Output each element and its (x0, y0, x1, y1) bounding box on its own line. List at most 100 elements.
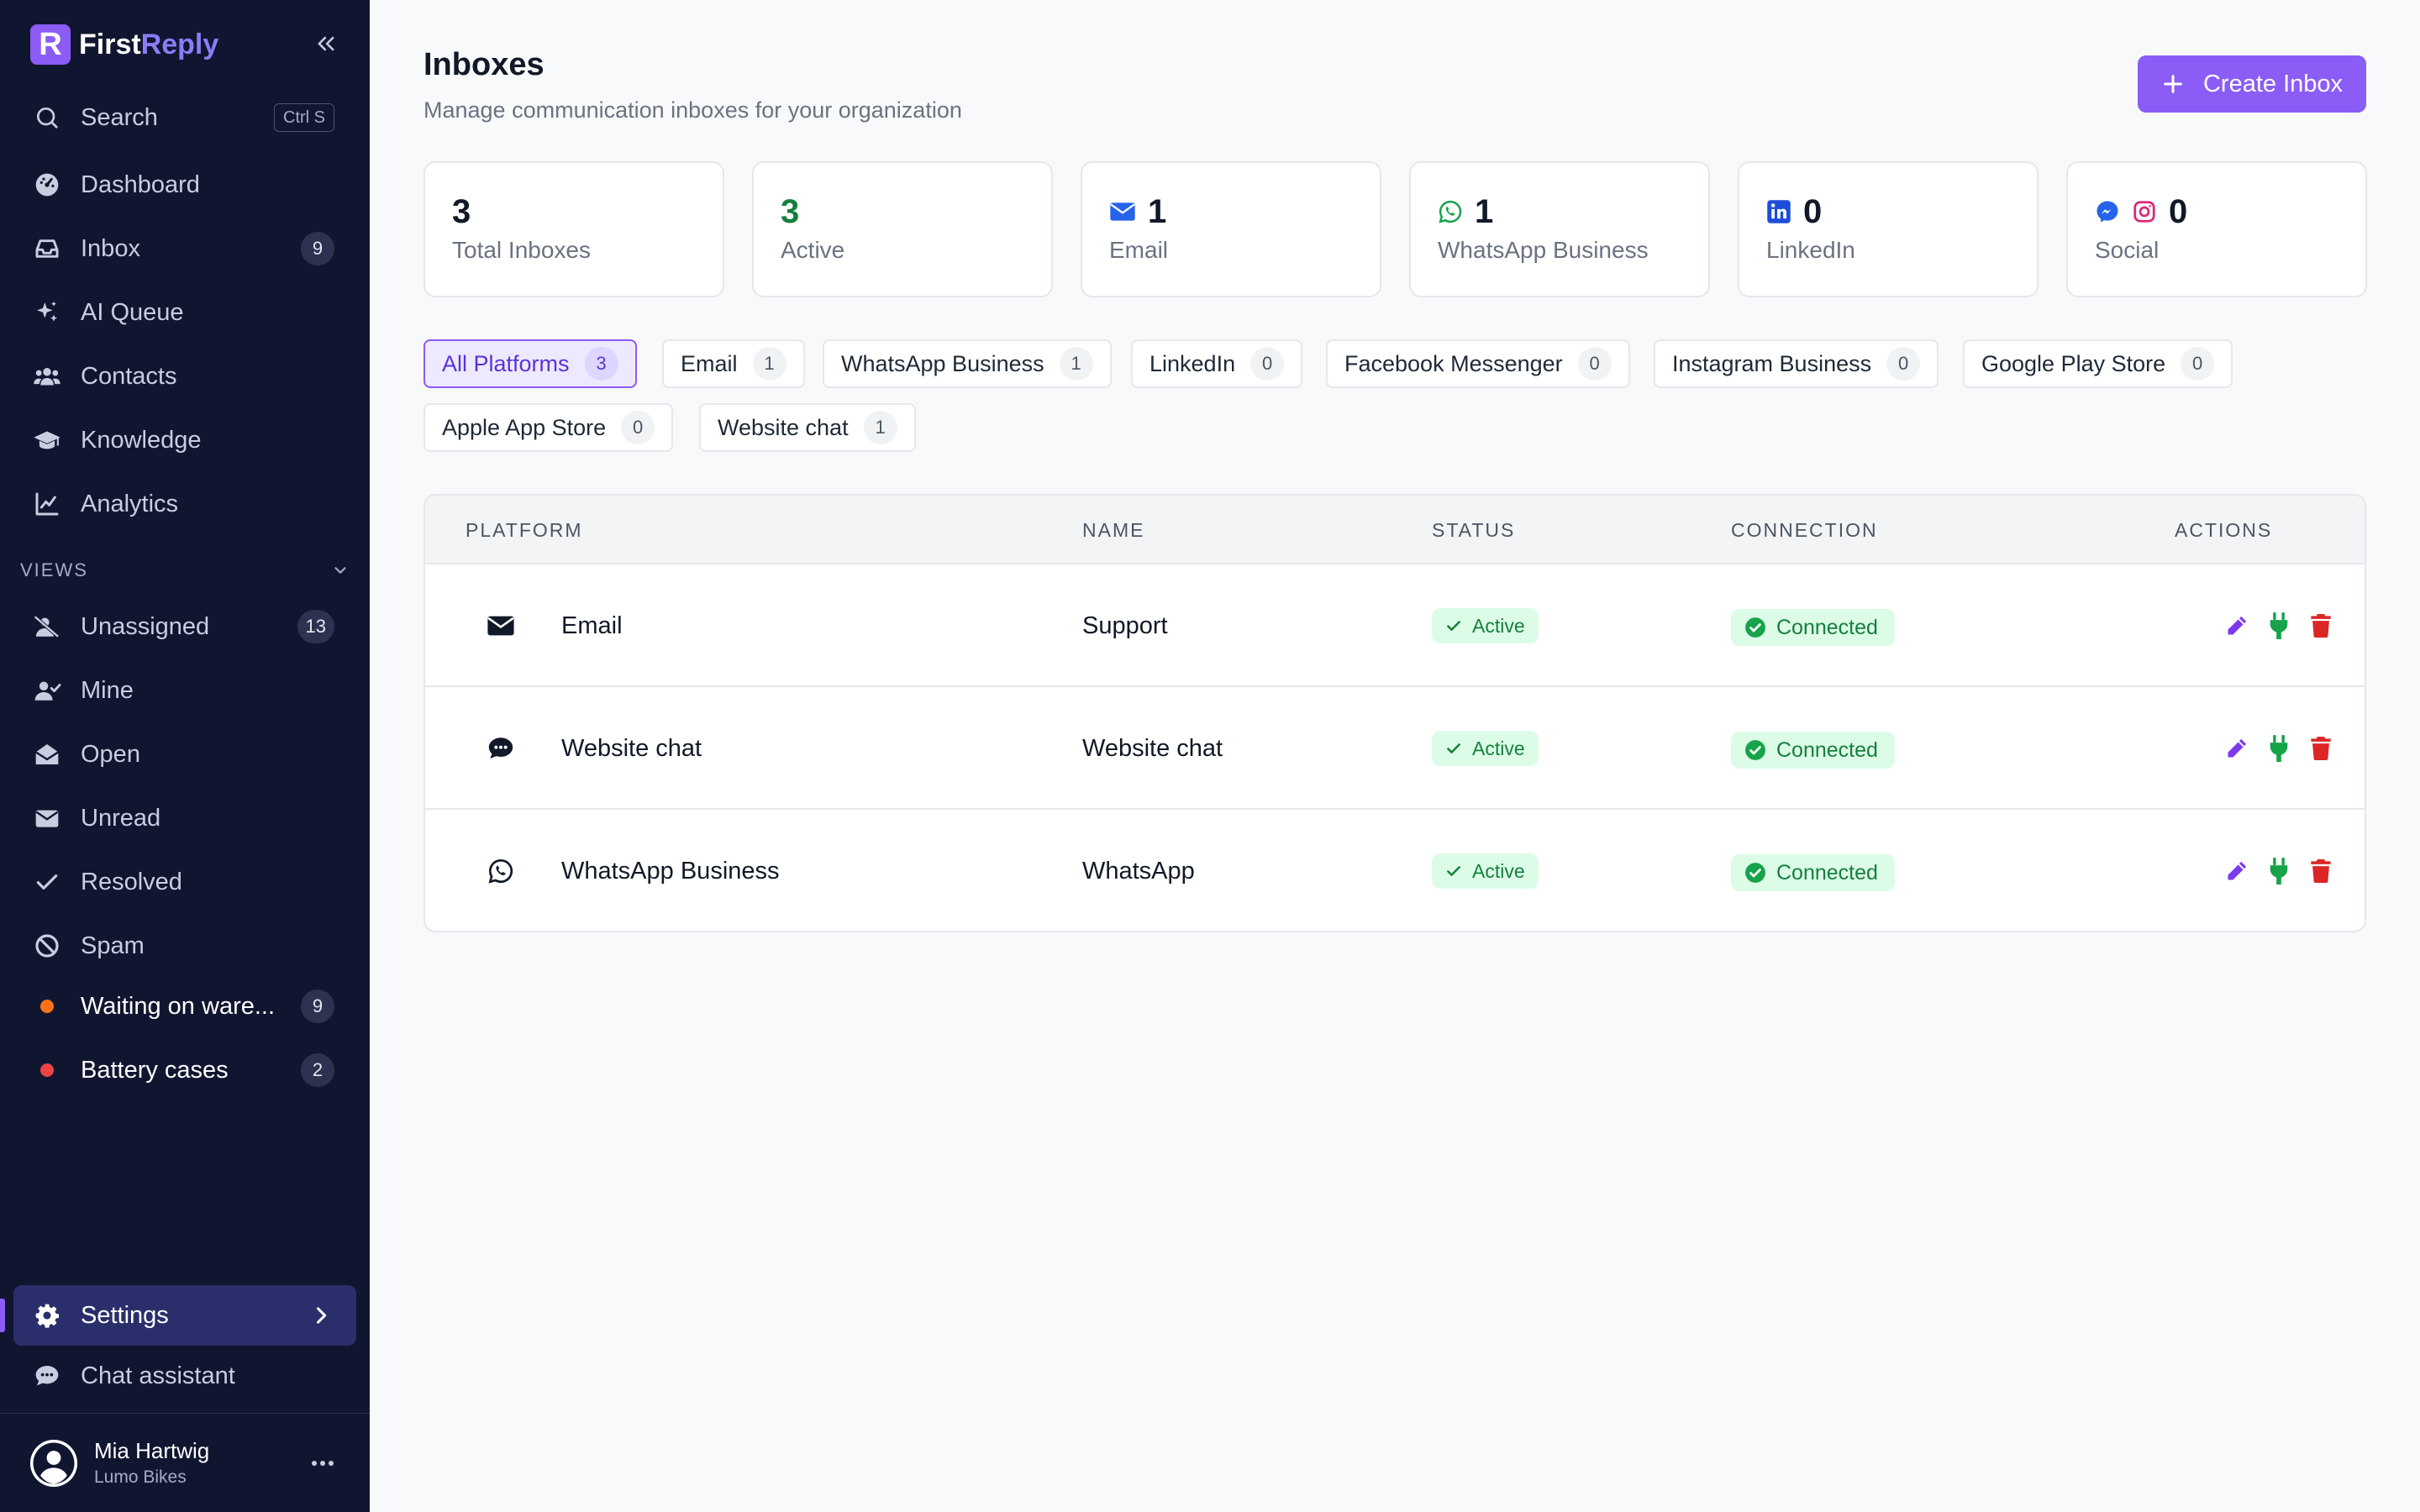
nav-chat-assistant[interactable]: Chat assistant (13, 1349, 356, 1403)
whatsapp-icon (1439, 200, 1462, 223)
row-name: Support (1082, 612, 1168, 639)
filter-label: Facebook Messenger (1344, 350, 1563, 376)
nav-dashboard-label: Dashboard (81, 171, 200, 198)
filter-label: Apple App Store (442, 414, 607, 440)
reconnect-button[interactable] (2267, 735, 2291, 762)
view-battery-count: 2 (301, 1053, 334, 1087)
view-resolved[interactable]: Resolved (13, 855, 356, 909)
delete-button[interactable] (2309, 612, 2333, 639)
collapse-sidebar-button[interactable] (309, 27, 343, 60)
filter-google-play-store[interactable]: Google Play Store 0 (1963, 339, 2233, 388)
views-section-header[interactable]: VIEWS (20, 559, 350, 581)
column-platform: PLATFORM (466, 519, 583, 541)
view-battery-label: Battery cases (81, 1056, 229, 1084)
view-open[interactable]: Open (13, 727, 356, 781)
nav-knowledge-label: Knowledge (81, 426, 202, 454)
user-org: Lumo Bikes (94, 1467, 187, 1487)
check-icon (32, 867, 62, 897)
filter-instagram-business[interactable]: Instagram Business 0 (1654, 339, 1939, 388)
view-mine-label: Mine (81, 676, 134, 704)
create-inbox-label: Create Inbox (2202, 70, 2344, 97)
delete-button[interactable] (2309, 735, 2333, 762)
create-inbox-button[interactable]: Create Inbox (2138, 55, 2366, 113)
view-waiting-count: 9 (301, 990, 334, 1023)
user-name: Mia Hartwig (94, 1438, 210, 1463)
nav-settings[interactable]: Settings (13, 1285, 356, 1346)
filter-website-chat[interactable]: Website chat 1 (699, 403, 916, 452)
status-text: Active (1472, 614, 1525, 637)
brand-name-part1: First (79, 28, 141, 60)
view-open-label: Open (81, 740, 140, 768)
column-status: STATUS (1432, 519, 1516, 541)
user-menu-button[interactable] (306, 1446, 339, 1480)
connection-text: Connected (1776, 615, 1878, 639)
stat-card-social: 0 Social (2066, 161, 2367, 297)
edit-button[interactable] (2225, 735, 2249, 762)
view-unread-label: Unread (81, 804, 161, 832)
table-row: WhatsApp Business WhatsApp Active Connec… (425, 810, 2365, 931)
chart-line-icon (32, 489, 62, 519)
stat-email-label: Email (1109, 237, 1169, 263)
connection-text: Connected (1776, 738, 1878, 762)
stat-total-label: Total Inboxes (452, 237, 591, 263)
brand[interactable]: R FirstReply (30, 24, 218, 66)
nav-contacts[interactable]: Contacts (13, 349, 356, 403)
user-profile[interactable]: Mia Hartwig Lumo Bikes (30, 1438, 209, 1488)
search-button[interactable]: Search Ctrl S (13, 91, 356, 144)
nav-analytics[interactable]: Analytics (13, 477, 356, 531)
check-circle-icon (1745, 863, 1765, 883)
view-unassigned[interactable]: Unassigned 13 (13, 600, 356, 654)
view-resolved-label: Resolved (81, 868, 182, 895)
reconnect-button[interactable] (2267, 612, 2291, 639)
row-name: WhatsApp (1082, 857, 1195, 885)
nav-analytics-label: Analytics (81, 490, 179, 517)
stat-social-value: 0 (2169, 192, 2188, 230)
pencil-icon (2228, 861, 2247, 880)
main-content: Inboxes Manage communication inboxes for… (370, 0, 2420, 1512)
nav-dashboard[interactable]: Dashboard (13, 158, 356, 212)
pencil-icon (2228, 616, 2247, 635)
column-connection: CONNECTION (1731, 519, 1878, 541)
delete-button[interactable] (2309, 858, 2333, 885)
status-badge: Active (1432, 608, 1539, 643)
search-label: Search (81, 103, 158, 131)
reconnect-button[interactable] (2267, 858, 2291, 885)
filter-count: 1 (1059, 347, 1093, 381)
chat-bubble-icon (32, 1361, 62, 1391)
edit-button[interactable] (2225, 612, 2249, 639)
view-waiting-on-warehouse[interactable]: Waiting on ware... 9 (13, 979, 356, 1033)
stat-social-label: Social (2095, 237, 2160, 263)
edit-button[interactable] (2225, 858, 2249, 885)
stat-linkedin-value: 0 (1803, 192, 1823, 230)
check-circle-icon (1745, 617, 1765, 638)
user-slash-icon (32, 612, 62, 642)
envelope-open-icon (32, 739, 62, 769)
filter-linkedin[interactable]: LinkedIn 0 (1131, 339, 1303, 388)
plug-icon (2270, 612, 2288, 639)
gear-icon (32, 1300, 62, 1331)
stat-card-total: 3 Total Inboxes (424, 161, 724, 297)
plus-icon (2164, 75, 2182, 93)
nav-knowledge[interactable]: Knowledge (13, 413, 356, 467)
view-color-dot-wrap (32, 1055, 62, 1085)
filter-email[interactable]: Email 1 (662, 339, 805, 388)
nav-inbox[interactable]: Inbox 9 (13, 222, 356, 276)
linkedin-icon (1767, 200, 1791, 223)
view-unread[interactable]: Unread (13, 791, 356, 845)
view-mine[interactable]: Mine (13, 664, 356, 717)
view-battery-cases[interactable]: Battery cases 2 (13, 1043, 356, 1097)
filter-count: 3 (584, 347, 618, 381)
messenger-icon (2096, 201, 2118, 223)
filter-all-platforms[interactable]: All Platforms 3 (424, 339, 637, 388)
connection-badge: Connected (1731, 609, 1895, 646)
status-text: Active (1472, 859, 1525, 882)
filter-apple-app-store[interactable]: Apple App Store 0 (424, 403, 674, 452)
filter-label: Email (681, 350, 738, 376)
view-spam[interactable]: Spam (13, 919, 356, 973)
filter-whatsapp-business[interactable]: WhatsApp Business 1 (823, 339, 1112, 388)
nav-settings-label: Settings (81, 1301, 169, 1329)
instagram-icon (2133, 201, 2155, 223)
nav-ai-queue[interactable]: AI Queue (13, 286, 356, 339)
filter-label: Instagram Business (1672, 350, 1872, 376)
filter-facebook-messenger[interactable]: Facebook Messenger 0 (1326, 339, 1630, 388)
